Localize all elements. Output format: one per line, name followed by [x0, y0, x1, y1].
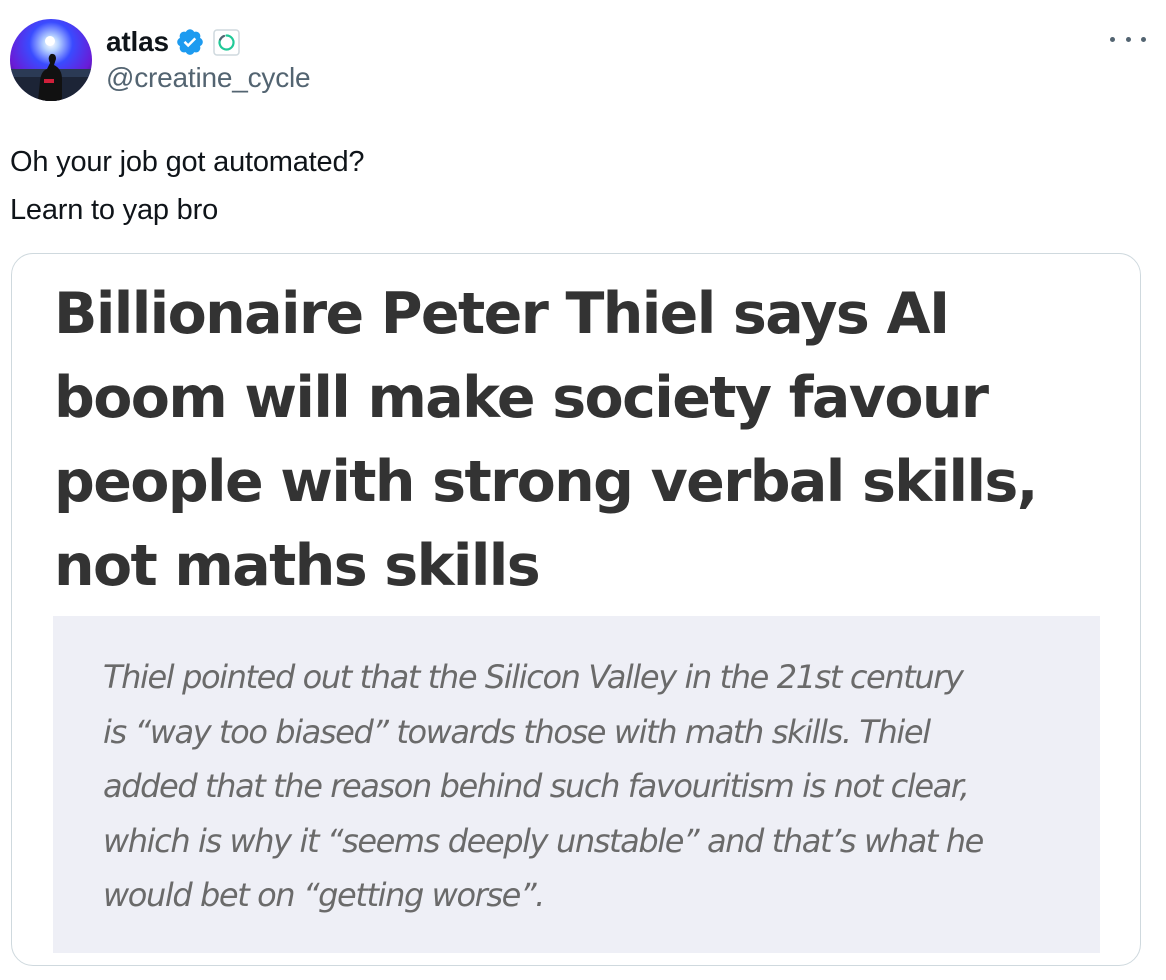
more-dot [1125, 36, 1131, 42]
quote-line: Thiel pointed out that the Silicon Valle… [103, 658, 964, 696]
headline-line: people with strong verbal skills, [54, 449, 1038, 515]
article-quote-box: Thiel pointed out that the Silicon Valle… [53, 616, 1100, 953]
tweet-text-line: Oh your job got automated? [10, 146, 365, 178]
handle[interactable]: @creatine_cycle [106, 62, 311, 94]
display-name[interactable]: atlas [106, 26, 169, 58]
tweet-text-line: Learn to yap bro [10, 194, 218, 226]
article-quote: Thiel pointed out that the Silicon Valle… [103, 650, 984, 923]
more-dot [1141, 36, 1146, 42]
tweet-text: Oh your job got automated? Learn to yap … [10, 138, 365, 234]
verified-badge-icon[interactable] [175, 27, 205, 57]
quote-line: which is why it “seems deeply unstable” … [103, 821, 984, 860]
headline-line: Billionaire Peter Thiel says AI [54, 281, 950, 347]
tweet: atlas @creatine_cycle Oh your job got au… [0, 0, 1166, 980]
quote-line: added that the reason behind such favour… [103, 767, 970, 805]
avatar[interactable] [10, 19, 92, 101]
more-options-icon[interactable] [1110, 27, 1146, 51]
affiliate-badge-icon[interactable] [213, 28, 240, 56]
media-image[interactable]: Billionaire Peter Thiel says AI boom wil… [11, 253, 1141, 966]
author-name-row: atlas [106, 24, 240, 60]
quote-line: would bet on “getting worse”. [103, 876, 545, 914]
more-dot [1110, 36, 1115, 42]
avatar-image [10, 19, 92, 101]
article-headline: Billionaire Peter Thiel says AI boom wil… [54, 272, 1114, 608]
quote-line: is “way too biased” towards those with m… [103, 712, 931, 751]
headline-line: not maths skills [54, 533, 541, 599]
headline-line: boom will make society favour [54, 365, 989, 431]
